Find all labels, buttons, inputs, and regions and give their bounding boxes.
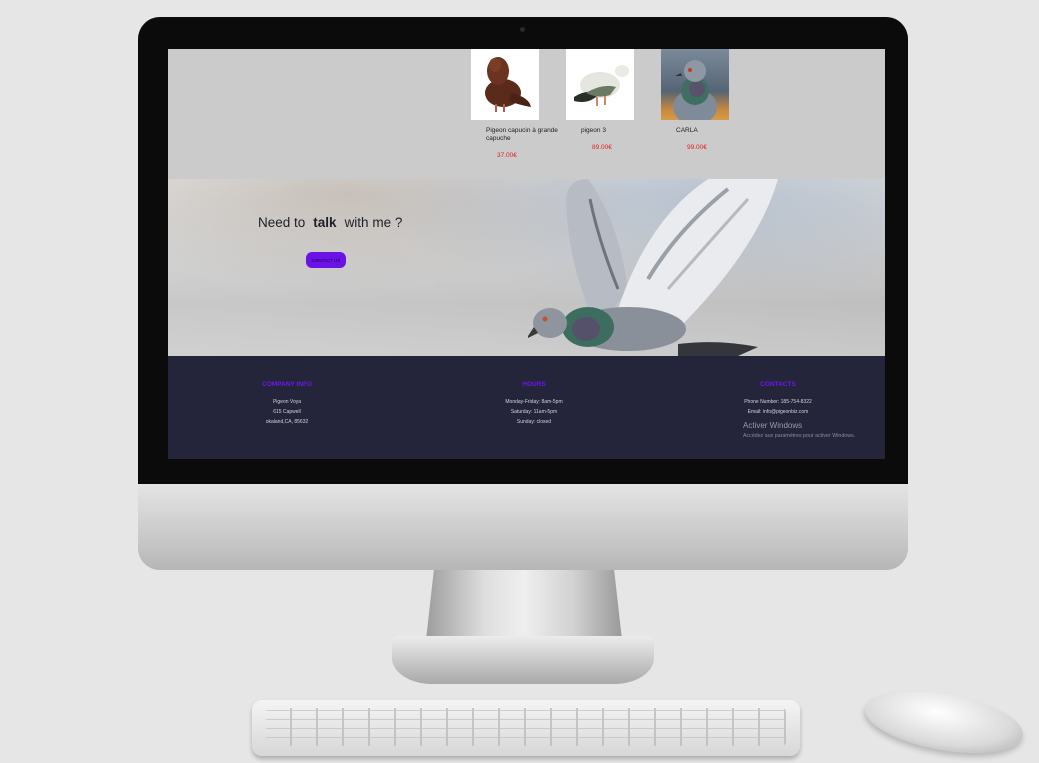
footer-line: 615 Capwell	[273, 409, 301, 416]
footer-line: Pigeon Voya	[272, 399, 302, 405]
keyboard-keys	[266, 708, 786, 746]
imac-stand	[426, 570, 622, 640]
mouse	[860, 680, 1028, 763]
banner-heading-post: with me ?	[344, 215, 403, 230]
product-card[interactable]: pigeon 3 89.00€	[566, 49, 656, 151]
brown-pigeon-photo	[485, 57, 531, 112]
footer-title: CONTACTS	[760, 381, 796, 388]
product-card[interactable]: CARLA 99.00€	[661, 49, 751, 151]
product-image[interactable]	[661, 49, 729, 120]
product-price: 99.00€	[687, 144, 707, 151]
product-price: 37.00€	[497, 152, 517, 159]
product-name[interactable]: pigeon 3	[581, 127, 667, 135]
banner-heading-bold: talk	[313, 215, 337, 230]
footer-line[interactable]: Phone Number: 185-754-8322	[698, 397, 858, 407]
product-image[interactable]	[566, 49, 634, 120]
footer-company-info: COMPANY INFO Pigeon Voya 615 Capwell oka…	[207, 381, 367, 428]
windows-activation-subtitle: Accédez aux paramètres pour activer Wind…	[743, 433, 856, 439]
footer: COMPANY INFO Pigeon Voya 615 Capwell oka…	[168, 356, 885, 459]
footer-line[interactable]: Email: info@pigeonbiz.com	[698, 407, 858, 417]
product-list: Pigeon capucin à grande capuche 37.00€ p…	[168, 49, 885, 179]
product-price: 89.00€	[592, 144, 612, 151]
camera-icon	[520, 27, 525, 32]
contact-us-button[interactable]: CONTACT US	[306, 252, 346, 268]
flying-pigeon-photo	[528, 179, 778, 356]
keyboard	[252, 700, 800, 756]
apple-logo-icon	[498, 492, 550, 552]
product-name[interactable]: CARLA	[676, 127, 762, 135]
footer-contacts: CONTACTS Phone Number: 185-754-8322 Emai…	[698, 381, 858, 417]
footer-line: Saturday: 11am-5pm	[510, 409, 558, 416]
product-card[interactable]: Pigeon capucin à grande capuche 37.00€	[471, 49, 561, 159]
footer-line: okaland,CA, 85632	[265, 419, 309, 426]
contact-banner: Need to talk with me ? CONTACT US	[168, 179, 885, 356]
footer-title: COMPANY INFO	[262, 381, 312, 388]
grey-pigeon-photo	[673, 60, 717, 120]
banner-heading: Need to talk with me ?	[258, 215, 402, 230]
footer-line: Sunday: closed	[516, 419, 552, 426]
windows-activation-title: Activer Windows	[743, 421, 803, 430]
website-screen: Pigeon capucin à grande capuche 37.00€ p…	[168, 49, 885, 459]
banner-heading-pre: Need to	[258, 215, 306, 230]
footer-hours: HOURS Monday-Friday: 8am-5pm Saturday: 1…	[454, 381, 614, 428]
footer-line: Monday-Friday: 8am-5pm	[505, 399, 563, 405]
white-pigeon-photo	[574, 65, 629, 106]
imac-stand-base	[392, 636, 654, 684]
product-image[interactable]	[471, 49, 539, 120]
footer-title: HOURS	[522, 381, 546, 388]
product-name[interactable]: Pigeon capucin à grande capuche	[486, 127, 572, 143]
